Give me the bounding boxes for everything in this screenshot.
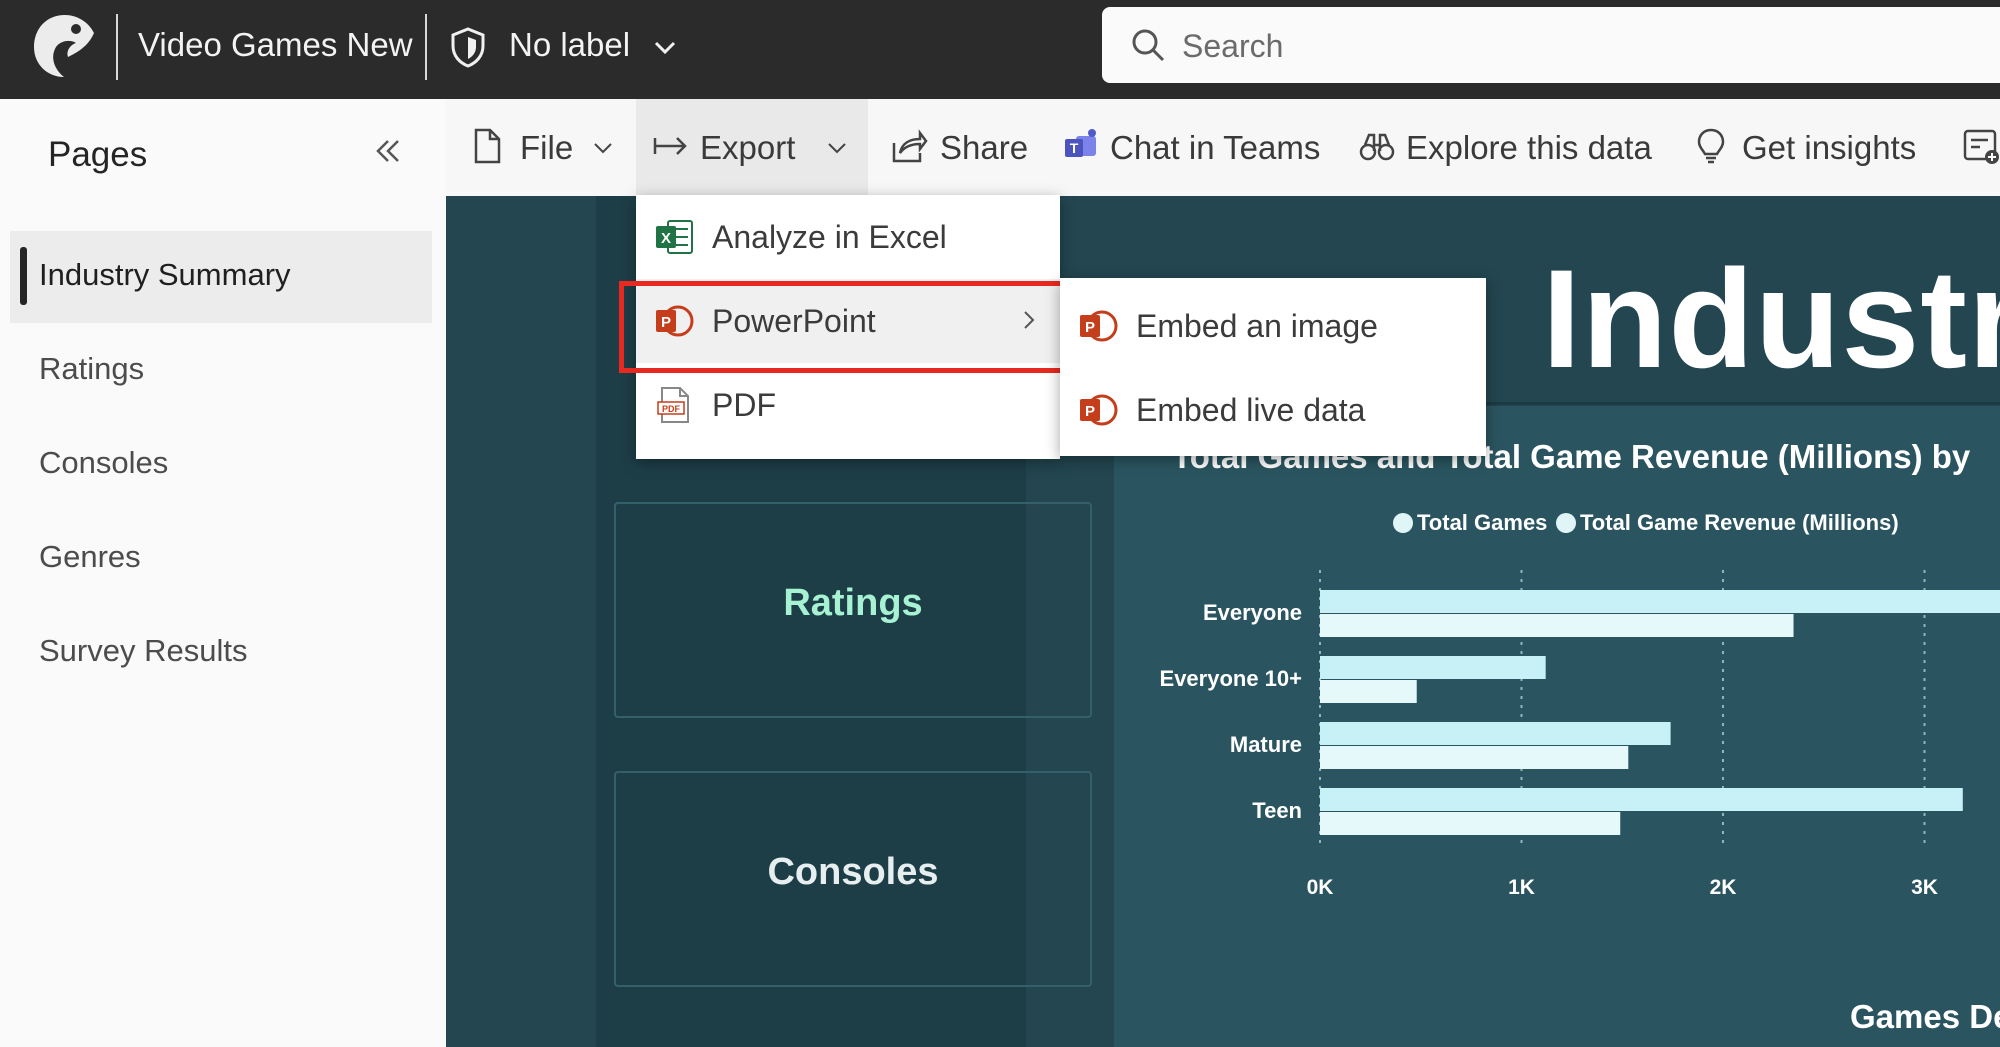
export-label: Export <box>700 129 796 166</box>
x-tick-label: 2K <box>1710 876 1737 899</box>
page-item-label: Consoles <box>39 445 169 480</box>
menu-item-pdf[interactable]: PDF PDF <box>636 363 1060 447</box>
app-logo-icon[interactable] <box>30 11 100 81</box>
chevron-down-icon <box>828 143 846 154</box>
games-section-label: Games De <box>1850 998 2000 1035</box>
pdf-icon: PDF <box>657 387 689 423</box>
powerpoint-icon: P <box>1080 310 1118 342</box>
svg-text:P: P <box>1085 319 1095 336</box>
page-item-label: Survey Results <box>39 633 248 668</box>
pages-panel: Pages Industry Summary Ratings Consoles … <box>0 99 446 1047</box>
subscribe-icon <box>1963 129 1999 164</box>
search-input[interactable]: Search <box>1102 7 2000 83</box>
shield-icon[interactable] <box>447 26 489 68</box>
file-icon <box>474 128 501 164</box>
teams-icon: T <box>1065 129 1096 157</box>
active-indicator <box>20 247 27 305</box>
legend-item[interactable]: Total Games <box>1393 510 1547 536</box>
divider <box>116 14 118 80</box>
bar-total-games[interactable] <box>1320 590 2000 613</box>
share-label: Share <box>940 129 1029 166</box>
x-tick-label: 3K <box>1911 876 1938 899</box>
category-label: Teen <box>1252 798 1302 823</box>
export-menu-button[interactable]: Export <box>636 99 868 196</box>
legend-label: Total Game Revenue (Millions) <box>1580 510 1899 535</box>
explore-data-label: Explore this data <box>1406 129 1652 166</box>
category-label: Everyone <box>1203 600 1302 625</box>
category-label: Everyone 10+ <box>1160 666 1302 691</box>
sensitivity-label[interactable]: No label <box>509 26 630 64</box>
page-item-consoles[interactable]: Consoles <box>10 419 432 511</box>
export-arrow-icon <box>653 137 687 155</box>
share-icon <box>892 129 928 163</box>
page-item-label: Genres <box>39 539 141 574</box>
menu-item-analyze-in-excel[interactable]: X Analyze in Excel <box>636 195 1060 279</box>
menu-item-label: PDF <box>712 387 776 423</box>
page-item-label: Ratings <box>39 351 145 386</box>
excel-icon: X <box>656 220 693 254</box>
category-label: Mature <box>1230 732 1302 757</box>
legend-dot <box>1556 513 1576 533</box>
legend-item[interactable]: Total Game Revenue (Millions) <box>1556 510 1899 536</box>
menu-item-label: Analyze in Excel <box>712 219 947 255</box>
nav-tile-label: Ratings <box>783 582 923 624</box>
svg-text:X: X <box>661 230 671 247</box>
share-button[interactable]: Share <box>882 99 1032 196</box>
page-item-genres[interactable]: Genres <box>10 513 432 605</box>
report-heading: Industr <box>1542 240 2000 397</box>
bar-total-games[interactable] <box>1320 788 1963 811</box>
submenu-item-embed-live-data[interactable]: P Embed live data <box>1060 368 1486 452</box>
chevron-down-icon <box>594 143 612 154</box>
search-icon <box>1132 29 1165 62</box>
bar-total-games[interactable] <box>1320 656 1546 679</box>
nav-tile-ratings[interactable]: Ratings <box>614 502 1092 718</box>
report-title[interactable]: Video Games New <box>138 26 413 64</box>
lightbulb-icon <box>1697 128 1725 164</box>
bar-total-revenue[interactable] <box>1320 812 1621 835</box>
x-tick-label: 1K <box>1508 876 1535 899</box>
page-item-label: Industry Summary <box>39 257 291 292</box>
bar-total-revenue[interactable] <box>1320 746 1629 769</box>
legend-label: Total Games <box>1417 510 1548 535</box>
svg-text:T: T <box>1070 140 1079 156</box>
submenu-item-embed-image[interactable]: P Embed an image <box>1060 284 1486 368</box>
search-placeholder: Search <box>1182 28 1284 64</box>
bar-total-revenue[interactable] <box>1320 614 1794 637</box>
divider <box>425 14 427 80</box>
legend-dot <box>1393 513 1413 533</box>
pages-title: Pages <box>48 135 148 174</box>
get-insights-label: Get insights <box>1742 129 1917 166</box>
submenu-item-label: Embed an image <box>1136 308 1378 344</box>
chevron-down-icon[interactable] <box>652 34 678 60</box>
binoculars-icon <box>1359 133 1395 161</box>
toolbar: File Export Share T Chat in Teams Explor… <box>446 99 2000 197</box>
x-tick-label: 0K <box>1307 876 1334 899</box>
subscribe-button[interactable] <box>1954 99 2000 196</box>
file-label: File <box>520 129 574 166</box>
submenu-item-label: Embed live data <box>1136 392 1366 428</box>
top-bar: Video Games New No label Search <box>0 0 2000 99</box>
bar-chart: 0K 1K 2K 3K Everyone Everyone 10+ Mature Teen <box>1160 570 2000 899</box>
highlight-box <box>619 281 1089 373</box>
powerpoint-icon: P <box>1080 394 1118 426</box>
explore-data-button[interactable]: Explore this data <box>1356 99 1666 196</box>
chat-in-teams-button[interactable]: T Chat in Teams <box>1060 99 1320 196</box>
chat-in-teams-label: Chat in Teams <box>1110 129 1321 166</box>
nav-tile-label: Consoles <box>767 851 939 893</box>
page-item-survey-results[interactable]: Survey Results <box>10 607 432 699</box>
svg-text:P: P <box>1085 403 1095 420</box>
nav-tile-consoles[interactable]: Consoles <box>614 771 1092 987</box>
bar-total-revenue[interactable] <box>1320 680 1417 703</box>
file-menu-button[interactable]: File <box>446 99 636 196</box>
bar-total-games[interactable] <box>1320 722 1671 745</box>
page-item-ratings[interactable]: Ratings <box>10 325 432 417</box>
get-insights-button[interactable]: Get insights <box>1692 99 1932 196</box>
svg-text:PDF: PDF <box>662 404 681 414</box>
collapse-icon[interactable] <box>372 135 404 167</box>
powerpoint-submenu: P Embed an image P Embed live data <box>1060 278 1486 456</box>
page-item-industry-summary[interactable]: Industry Summary <box>10 231 432 323</box>
